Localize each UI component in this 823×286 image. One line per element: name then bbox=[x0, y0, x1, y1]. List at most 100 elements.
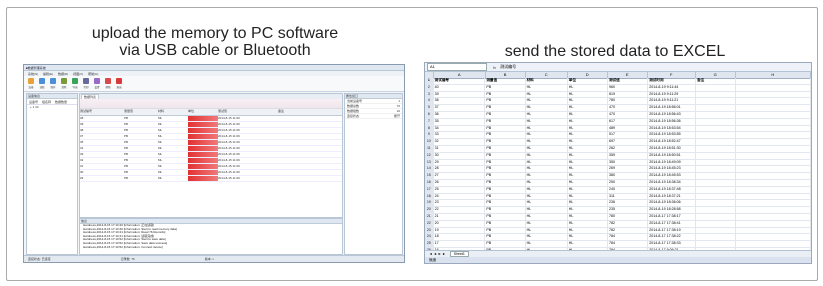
sheet-cell[interactable]: PB bbox=[485, 98, 526, 105]
sheet-cell[interactable]: 2014-8-19 18:52:47 bbox=[648, 139, 697, 145]
sheet-cell[interactable]: 2014-8-19 18:49:09 bbox=[648, 159, 697, 166]
sheet-cell[interactable]: 517 bbox=[608, 132, 649, 139]
tab-data-list[interactable]: 数据列表 bbox=[81, 94, 100, 99]
sheet-cell[interactable]: 489 bbox=[608, 125, 649, 132]
sheet-cell[interactable] bbox=[696, 193, 737, 200]
row-number[interactable]: 18 bbox=[425, 193, 434, 200]
sheet-cell[interactable] bbox=[736, 173, 811, 179]
table-row[interactable]: 11 31 PB HL HL 262 2014-8-19 18:51:30 bbox=[425, 145, 811, 153]
row-number[interactable]: 9 bbox=[425, 132, 434, 139]
sheet-cell[interactable]: HL bbox=[526, 166, 568, 173]
table-row[interactable]: 18 24 PB HL HL 311 2014-8-19 18:37:21 bbox=[425, 193, 811, 201]
sheet-cell[interactable]: 380 bbox=[608, 173, 649, 179]
sheet-cell[interactable]: PB bbox=[485, 173, 526, 179]
table-row[interactable]: 10 32 PB HL HL 697 2014-8-19 18:52:47 bbox=[425, 139, 811, 146]
sheet-cell[interactable] bbox=[736, 200, 811, 207]
sheet-cell[interactable]: 240 bbox=[608, 186, 649, 193]
sheet-cell[interactable] bbox=[736, 145, 811, 152]
sheet-cell[interactable]: HL bbox=[568, 145, 608, 152]
sheet-cell[interactable] bbox=[736, 132, 811, 139]
sheet-cell[interactable] bbox=[736, 118, 811, 125]
sheet-cell[interactable]: HL bbox=[526, 139, 568, 145]
sheet-cell[interactable]: 784 bbox=[608, 241, 649, 247]
toolbar-button[interactable]: 导出 bbox=[71, 78, 79, 89]
sheet-cell[interactable] bbox=[736, 220, 811, 227]
sheet-cell[interactable]: PB bbox=[485, 186, 526, 193]
table-row[interactable]: 12 30 PB HL HL 359 2014-8-19 18:50:51 bbox=[425, 152, 811, 160]
sheet-cell[interactable] bbox=[696, 84, 737, 91]
sheet-cell[interactable]: HL bbox=[526, 84, 568, 91]
sheet-cell[interactable]: PB bbox=[485, 159, 526, 166]
sheet-cell[interactable] bbox=[696, 98, 737, 105]
row-number[interactable]: 10 bbox=[425, 139, 434, 145]
sheet-cell[interactable]: 24 bbox=[434, 193, 486, 200]
row-number[interactable]: 16 bbox=[425, 179, 434, 186]
sheet-cell[interactable]: HL bbox=[568, 91, 608, 98]
sheet-cell[interactable] bbox=[696, 207, 737, 213]
sheet-cell[interactable]: 测量值 bbox=[485, 78, 526, 84]
sheet-cell[interactable]: 单位 bbox=[568, 78, 608, 84]
sheet-cell[interactable]: HL bbox=[568, 111, 608, 118]
sheet-cell[interactable]: PB bbox=[485, 125, 526, 132]
sheet-cell[interactable]: HL bbox=[526, 105, 568, 111]
toolbar-button[interactable]: 连接 bbox=[27, 78, 35, 89]
sheet-cell[interactable] bbox=[696, 125, 737, 132]
sheet-cell[interactable] bbox=[736, 227, 811, 234]
table-row[interactable]: 5 37 PB HL HL 470 2014-8-19 18:56:01 bbox=[425, 105, 811, 112]
sheet-cell[interactable]: PB bbox=[485, 207, 526, 213]
sheet-cell[interactable]: PB bbox=[485, 234, 526, 241]
sheet-cell[interactable] bbox=[736, 159, 811, 166]
sheet-cell[interactable]: HL bbox=[568, 213, 608, 220]
sheet-cell[interactable]: 2014-8-17 17:38:33 bbox=[648, 241, 697, 247]
table-row[interactable]: 1 测试编号 测量值 材料 单位 测试值 测试时间 备注 bbox=[425, 78, 811, 85]
sheet-cell[interactable]: PB bbox=[485, 118, 526, 125]
sheet-cell[interactable]: 2014-8-19 18:53:54 bbox=[648, 125, 697, 132]
sheet-cell[interactable]: 材料 bbox=[526, 78, 568, 84]
sheet-cell[interactable]: HL bbox=[526, 213, 568, 220]
table-row[interactable]: 22 20 PB HL HL 782 2014-8-17 17:38:41 bbox=[425, 220, 811, 228]
table-row[interactable]: 16 26 PB HL HL 250 2014-8-19 18:38:34 bbox=[425, 179, 811, 187]
sheet-cell[interactable] bbox=[736, 152, 811, 159]
table-row[interactable]: 2 40 PB HL HL 960 2014-8-19 9:11:44 bbox=[425, 84, 811, 92]
sheet-cell[interactable] bbox=[736, 125, 811, 132]
row-number[interactable]: 23 bbox=[425, 227, 434, 234]
table-row[interactable]: 20 22 PB HL HL 235 2014-8-19 18:28:58 bbox=[425, 207, 811, 214]
table-row[interactable]: 13 29 PB HL HL 350 2014-8-19 18:49:09 bbox=[425, 159, 811, 167]
sheet-cell[interactable]: 780 bbox=[608, 213, 649, 220]
sheet-cell[interactable]: HL bbox=[568, 207, 608, 213]
sheet-cell[interactable]: 38 bbox=[434, 98, 486, 105]
sheet-cell[interactable] bbox=[736, 166, 811, 173]
sheet-cell[interactable]: HL bbox=[568, 118, 608, 125]
sheet-cell[interactable]: 2014-8-19 18:37:21 bbox=[648, 193, 697, 200]
sheet-cell[interactable]: PB bbox=[485, 179, 526, 186]
sheet-cell[interactable] bbox=[696, 91, 737, 98]
sheet-cell[interactable]: HL bbox=[526, 125, 568, 132]
sheet-cell[interactable]: 2014-8-19 9:11:44 bbox=[648, 84, 697, 91]
row-number[interactable]: 6 bbox=[425, 111, 434, 118]
sheet-cell[interactable]: 2014-8-19 18:45:23 bbox=[648, 166, 697, 173]
sheet-cell[interactable]: 2014-8-19 18:45:53 bbox=[648, 173, 697, 179]
sheet-cell[interactable] bbox=[696, 179, 737, 186]
row-number[interactable]: 2 bbox=[425, 84, 434, 91]
table-row[interactable]: 3 39 PB HL HL 819 2014-8-19 9:11:29 bbox=[425, 91, 811, 99]
sheet-cell[interactable]: 236 bbox=[608, 200, 649, 207]
row-number[interactable]: 20 bbox=[425, 207, 434, 213]
sheet-cell[interactable]: HL bbox=[526, 220, 568, 227]
sheet-cell[interactable] bbox=[736, 213, 811, 220]
sheet-cell[interactable]: HL bbox=[526, 111, 568, 118]
sheet-cell[interactable]: 备注 bbox=[696, 78, 737, 84]
toolbar-button[interactable]: 退出 bbox=[115, 78, 123, 89]
row-number[interactable]: 7 bbox=[425, 118, 434, 125]
sheet-cell[interactable]: HL bbox=[526, 234, 568, 241]
sheet-cell[interactable]: 测试值 bbox=[608, 78, 649, 84]
sheet-cell[interactable] bbox=[696, 166, 737, 173]
sheet-cell[interactable]: 2014-8-19 18:56:36 bbox=[648, 118, 697, 125]
sheet-cell[interactable]: 31 bbox=[434, 145, 486, 152]
menu-item[interactable]: 帮助(H) bbox=[88, 72, 98, 76]
sheet-cell[interactable]: 2014-8-17 17:38:22 bbox=[648, 234, 697, 241]
sheet-cell[interactable]: 2014-8-19 18:53:55 bbox=[648, 132, 697, 139]
sheet-cell[interactable]: 22 bbox=[434, 207, 486, 213]
sheet-cell[interactable]: HL bbox=[526, 179, 568, 186]
sheet-cell[interactable]: 2014-8-19 18:50:51 bbox=[648, 152, 697, 159]
sheet-cell[interactable]: 2014-8-19 18:51:30 bbox=[648, 145, 697, 152]
